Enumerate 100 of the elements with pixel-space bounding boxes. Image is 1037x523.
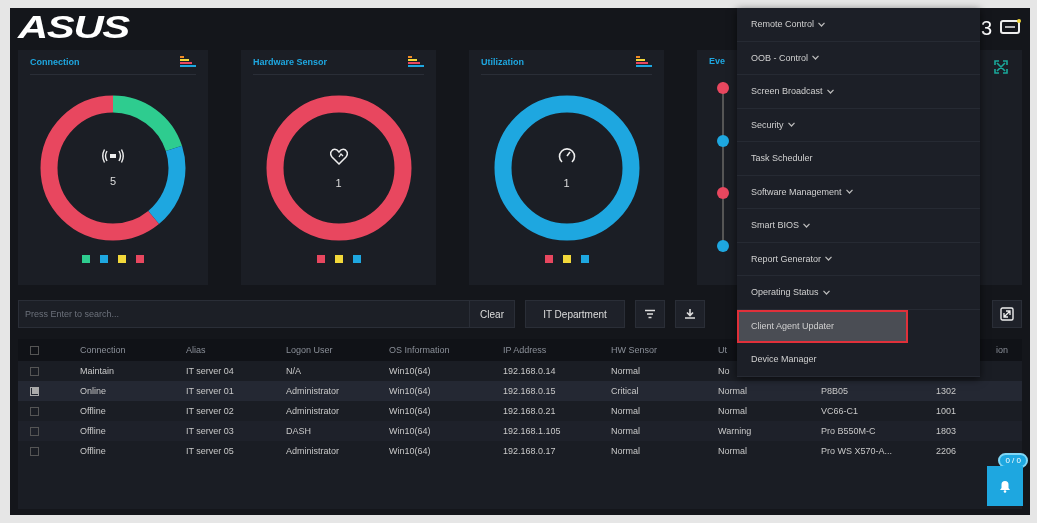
wireless-icon (102, 149, 124, 163)
table-cell-text: IT server 02 (185, 406, 235, 416)
table-cell-text: Maintain (79, 366, 116, 376)
menu-item[interactable]: Screen Broadcast (737, 75, 980, 109)
filter-button[interactable] (635, 300, 665, 328)
bar-chart-icon[interactable] (408, 56, 424, 68)
brand-logo: ASUS (18, 10, 129, 46)
menu-item[interactable]: Security (737, 108, 980, 142)
table-cell-text: Win10(64) (388, 366, 432, 376)
table-cell-text: IT server 04 (185, 366, 235, 376)
table-cell-text: Normal (717, 386, 748, 396)
table-cell-text: 192.168.0.17 (502, 446, 557, 456)
legend-swatch[interactable] (82, 255, 90, 263)
menu-item[interactable]: Client Agent Updater (737, 309, 908, 343)
select-all-checkbox[interactable] (30, 345, 39, 355)
row-checkbox[interactable] (30, 426, 39, 436)
table-cell-text: N/A (285, 366, 302, 376)
legend-swatch[interactable] (544, 255, 553, 263)
table-cell-text: 192.168.1.105 (502, 426, 562, 436)
menu-item[interactable]: Report Generator (737, 242, 980, 276)
table-cell-text: Win10(64) (388, 446, 432, 456)
table-cell-text: No (717, 366, 731, 376)
table-cell-text: Warning (717, 426, 753, 436)
legend-swatch[interactable] (334, 255, 343, 263)
table-cell-text: Offline (79, 406, 107, 416)
resize-icon (1000, 307, 1014, 321)
row-checkbox[interactable] (30, 446, 39, 456)
menu-item[interactable]: Operating Status (737, 276, 980, 310)
user-indicator[interactable]: 3 (980, 16, 992, 40)
table-cell-text: IT server 01 (185, 386, 235, 396)
table-cell-text: 2206 (935, 446, 958, 456)
chat-icon[interactable] (1000, 19, 1022, 37)
table-cell-text: Administrator (285, 406, 340, 416)
table-cell-text: Win10(64) (388, 406, 432, 416)
count-value: 5 (109, 175, 117, 187)
card-title: Hardware Sensor (253, 57, 328, 67)
table-cell-text: 1803 (935, 426, 958, 436)
menu-item[interactable]: Task Scheduler (737, 142, 980, 176)
row-checkbox[interactable] (30, 406, 39, 416)
download-icon (685, 309, 695, 319)
table-cell-text: Normal (610, 426, 641, 436)
menu-item[interactable]: Smart BIOS (737, 209, 980, 243)
table-cell-text: Normal (610, 366, 641, 376)
legend-swatch[interactable] (580, 255, 589, 263)
card-title: Utilization (481, 57, 524, 67)
count-value: 1 (335, 176, 342, 189)
gauge-icon (557, 147, 576, 165)
card-title: Connection (30, 57, 80, 67)
table-cell-text: 1001 (935, 406, 958, 416)
table-cell-text: 192.168.0.14 (502, 366, 557, 376)
table-cell-text: Normal (717, 446, 748, 456)
table-cell-text: Win10(64) (388, 426, 432, 436)
table-cell-text: Offline (79, 446, 107, 456)
bar-chart-icon[interactable] (636, 56, 652, 68)
menu-item[interactable]: Device Manager (737, 343, 980, 377)
menu-item[interactable]: Remote Control (737, 8, 980, 42)
menu-item[interactable]: OOB - Control (737, 41, 980, 75)
legend-swatch[interactable] (136, 255, 144, 263)
table-cell-text: 192.168.0.15 (502, 386, 557, 396)
column-header[interactable]: IP Address (491, 345, 599, 355)
notification-button[interactable] (987, 466, 1023, 506)
search-field[interactable]: Press Enter to search... Clear (18, 300, 515, 328)
column-header[interactable]: HW Sensor (599, 345, 706, 355)
column-header[interactable]: Alias (174, 345, 274, 355)
legend-swatch[interactable] (100, 255, 108, 263)
table-cell-text: Administrator (285, 446, 340, 456)
download-button[interactable] (675, 300, 705, 328)
table-cell-text: P8B05 (820, 386, 850, 396)
count-value: 1 (563, 177, 570, 189)
column-header[interactable]: ion (984, 345, 1022, 355)
filter-icon (645, 309, 655, 319)
legend-swatch[interactable] (352, 255, 361, 263)
heart-icon (329, 147, 348, 165)
table-cell-text: Normal (717, 406, 748, 416)
card-title: Eve (709, 56, 725, 66)
fullscreen-button[interactable] (992, 300, 1022, 328)
table-cell-text: Administrator (285, 386, 340, 396)
table-cell-text: DASH (285, 426, 312, 436)
menu-item[interactable]: Software Management (737, 175, 980, 209)
legend-swatch[interactable] (562, 255, 571, 263)
legend-swatch[interactable] (118, 255, 126, 263)
row-checkbox[interactable] (30, 386, 39, 396)
table-cell-text: Normal (610, 446, 641, 456)
table-cell-text: IT server 05 (185, 446, 235, 456)
column-header[interactable]: Connection (68, 345, 174, 355)
column-header[interactable]: OS Information (377, 345, 491, 355)
table-cell-text: Win10(64) (388, 386, 432, 396)
table-cell-text: IT server 03 (185, 426, 235, 436)
table-cell-text: Pro B550M-C (820, 426, 877, 436)
bar-chart-icon[interactable] (180, 56, 196, 68)
table-cell-text: 1302 (935, 386, 958, 396)
table-cell-text: Normal (610, 406, 641, 416)
table-cell-text: Pro WS X570-A... (820, 446, 894, 456)
table-cell-text: Critical (610, 386, 640, 396)
column-header[interactable]: Logon User (274, 345, 377, 355)
expand-icon[interactable] (994, 60, 1008, 74)
department-button[interactable]: IT Department (525, 300, 625, 328)
legend-swatch[interactable] (316, 255, 325, 263)
row-checkbox[interactable] (30, 366, 39, 376)
table-cell-text: Offline (79, 426, 107, 436)
